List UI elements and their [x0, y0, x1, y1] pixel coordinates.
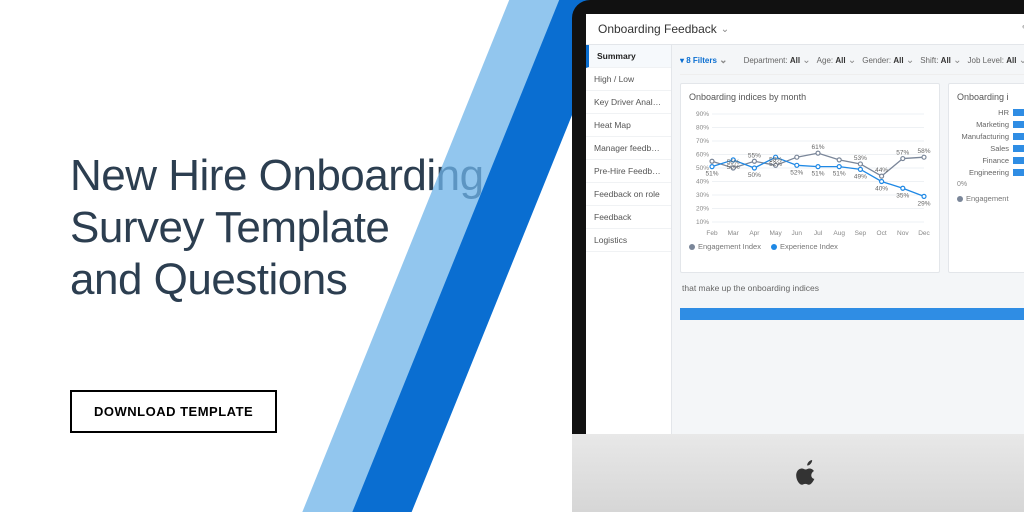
dashboard-screenshot: Onboarding Feedback ⌄ ✎ SummaryHigh / Lo… [586, 14, 1024, 434]
filter-dropdown[interactable]: Job Level: All ⌄ [968, 56, 1024, 65]
svg-text:30%: 30% [696, 192, 709, 199]
svg-text:70%: 70% [696, 138, 709, 145]
filter-icon: ▾ [680, 56, 684, 65]
onboarding-indices-side-panel: Onboarding i HR Marketing Manufacturing Sal… [948, 83, 1024, 273]
svg-text:Feb: Feb [706, 230, 718, 237]
svg-text:49%: 49% [854, 173, 867, 180]
onboarding-indices-line-chart: 10% 20% 30% 40% 50% 60% 70% 80% 90% Feb Mar Apr May J… [689, 108, 931, 238]
svg-text:50%: 50% [748, 172, 761, 179]
distribution-label: Distribution [680, 297, 1024, 306]
filter-dropdown[interactable]: Shift: All ⌄ [920, 56, 961, 65]
svg-text:80%: 80% [696, 125, 709, 132]
chart-legend: Engagement Index Experience Index [689, 242, 931, 251]
svg-text:61%: 61% [811, 144, 824, 151]
sidenav-item[interactable]: Key Driver Analysis [586, 91, 671, 114]
title-line-2: Survey Template [70, 203, 389, 252]
sidenav-item[interactable]: Manager feedback [586, 137, 671, 160]
category-bar-row: Marketing [957, 120, 1024, 129]
sidenav-item[interactable]: Feedback on role [586, 183, 671, 206]
product-screenshot-monitor: Onboarding Feedback ⌄ ✎ SummaryHigh / Lo… [572, 0, 1024, 512]
sidenav-item[interactable]: Feedback [586, 206, 671, 229]
sidenav-item[interactable]: Logistics [586, 229, 671, 252]
category-bar-row: Sales [957, 144, 1024, 153]
apple-logo-icon [796, 460, 818, 486]
filter-dropdown[interactable]: Department: All ⌄ [744, 56, 811, 65]
svg-text:44%: 44% [875, 167, 888, 174]
chevron-down-icon: ⌄ [719, 55, 727, 66]
svg-text:Oct: Oct [877, 230, 887, 237]
dashboard-title-bar[interactable]: Onboarding Feedback ⌄ ✎ [586, 14, 1024, 45]
svg-text:10%: 10% [696, 219, 709, 226]
svg-text:Dec: Dec [918, 230, 930, 237]
onboarding-indices-chart-panel: Onboarding indices by month 10% 20% 30% 40%… [680, 83, 940, 273]
svg-text:60%: 60% [696, 152, 709, 159]
dashboard-sidenav: SummaryHigh / LowKey Driver AnalysisHeat… [586, 45, 672, 434]
svg-text:40%: 40% [696, 179, 709, 186]
svg-text:90%: 90% [696, 111, 709, 118]
dashboard-title: Onboarding Feedback [598, 22, 717, 36]
legend-dot-experience [771, 244, 777, 250]
distribution-bar [680, 308, 1024, 320]
svg-text:Aug: Aug [833, 230, 845, 237]
section-subhead: that make up the onboarding indices [682, 283, 1024, 293]
filter-bar: ▾ 8 Filters ⌄ Department: All ⌄ Age: All … [680, 51, 1024, 75]
svg-text:51%: 51% [811, 171, 824, 178]
svg-text:Mar: Mar [728, 230, 740, 237]
category-bar-row: Manufacturing [957, 132, 1024, 141]
sidenav-item[interactable]: High / Low [586, 68, 671, 91]
svg-text:51%: 51% [833, 171, 846, 178]
legend-dot-engagement [689, 244, 695, 250]
title-line-3: and Questions [70, 255, 347, 304]
svg-text:50%: 50% [727, 164, 740, 171]
svg-text:53%: 53% [854, 155, 867, 162]
svg-text:20%: 20% [696, 206, 709, 213]
svg-text:Nov: Nov [897, 230, 909, 237]
sidenav-item[interactable]: Heat Map [586, 114, 671, 137]
svg-text:40%: 40% [875, 186, 888, 193]
download-template-button[interactable]: DOWNLOAD TEMPLATE [70, 390, 277, 433]
svg-text:Apr: Apr [749, 230, 760, 237]
svg-text:35%: 35% [896, 192, 909, 199]
chevron-down-icon: ⌄ [721, 24, 729, 35]
svg-text:Jun: Jun [792, 230, 803, 237]
category-bar-row: Finance [957, 156, 1024, 165]
sidenav-item[interactable]: Summary [586, 45, 671, 68]
axis-label: 0% [957, 181, 1024, 188]
filter-dropdown[interactable]: Age: All ⌄ [817, 56, 857, 65]
title-line-1: New Hire Onboarding [70, 151, 484, 200]
svg-text:52%: 52% [769, 161, 782, 168]
svg-text:52%: 52% [790, 169, 803, 176]
sidenav-item[interactable]: Pre-Hire Feedback [586, 160, 671, 183]
legend-dot [957, 196, 963, 202]
svg-text:55%: 55% [748, 152, 761, 159]
svg-text:29%: 29% [917, 200, 930, 207]
svg-text:Jul: Jul [814, 230, 823, 237]
monitor-chin [572, 434, 1024, 512]
svg-text:Sep: Sep [855, 230, 867, 237]
svg-text:57%: 57% [896, 150, 909, 157]
panel-title: Onboarding i [957, 92, 1024, 102]
svg-text:51%: 51% [705, 171, 718, 178]
panel-title: Onboarding indices by month [689, 92, 931, 102]
svg-text:May: May [769, 230, 782, 237]
svg-text:58%: 58% [917, 148, 930, 155]
category-bar-row: HR [957, 108, 1024, 117]
filter-dropdown[interactable]: Gender: All ⌄ [862, 56, 914, 65]
category-bar-row: Engineering [957, 168, 1024, 177]
filters-toggle[interactable]: ▾ 8 Filters ⌄ [680, 55, 728, 66]
